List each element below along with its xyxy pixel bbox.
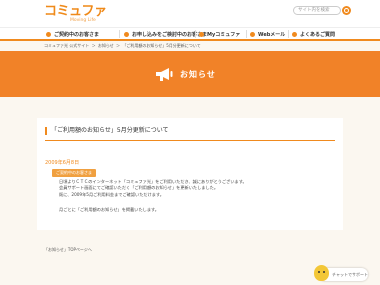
- breadcrumb-news[interactable]: お知らせ: [98, 43, 114, 48]
- nav-item-label: よくあるご質問: [300, 31, 336, 38]
- chat-support-label: チャットでサポート: [332, 272, 368, 277]
- article-title-rule: [45, 140, 335, 141]
- nav-item-label: Webメール: [258, 31, 286, 38]
- person-icon: [199, 31, 204, 37]
- breadcrumb-current: 「ご利用額のお知らせ」5月分更新について: [122, 43, 201, 48]
- global-nav: ご契約中のお客さま お申し込みをご検討中のお客さま Myコミュファ Webメール…: [0, 27, 380, 39]
- chevron-right-icon: [124, 31, 129, 37]
- nav-accent-rule: [0, 39, 380, 41]
- nav-item-label: ご契約中のお客さま: [54, 31, 100, 38]
- nav-divider: [246, 30, 247, 38]
- nav-item-label: Myコミュファ: [207, 31, 241, 38]
- mascot-icon: [314, 265, 329, 281]
- hero-heading: お知らせ: [154, 66, 216, 82]
- article-date: 2009年6月8日: [45, 160, 80, 166]
- breadcrumb: コミュファ光 公式サイト ＞ お知らせ ＞ 「ご利用額のお知らせ」5月分更新につ…: [44, 43, 202, 49]
- search-icon[interactable]: [342, 6, 351, 15]
- site-logo[interactable]: コミュファ Moving Life: [44, 5, 114, 25]
- chat-support-button[interactable]: チャットでサポート: [314, 265, 368, 281]
- nav-divider: [195, 30, 196, 38]
- news-top-link[interactable]: 「お知らせ」TOPページへ: [44, 247, 92, 253]
- mail-icon: [250, 31, 255, 37]
- article-note: 月ごとに「ご利用額のお知らせ」を掲載いたします。: [59, 207, 159, 212]
- question-icon: [292, 31, 297, 37]
- nav-divider: [288, 30, 289, 38]
- article-title: 「ご利用額のお知らせ」5月分更新について: [45, 127, 169, 135]
- audience-badge: ご契約中のお客さま: [52, 169, 96, 177]
- breadcrumb-home[interactable]: コミュファ光 公式サイト: [44, 43, 89, 48]
- breadcrumb-separator: ＞: [91, 43, 96, 48]
- breadcrumb-separator: ＞: [116, 43, 121, 48]
- page-hero: お知らせ: [0, 51, 380, 97]
- page-title: お知らせ: [180, 69, 216, 79]
- logo-text: コミュファ: [44, 4, 107, 19]
- chevron-right-icon: [46, 31, 51, 37]
- nav-divider: [119, 30, 120, 38]
- article-body: 日頃よりＣＴＣのインターネット「コミュファ光」をご利用いただき、誠にありがとうご…: [59, 179, 247, 198]
- header: コミュファ Moving Life サイト内を検索: [0, 0, 380, 27]
- logo-tagline: Moving Life: [70, 18, 96, 23]
- article-panel: 「ご利用額のお知らせ」5月分更新について 2009年6月8日 ご契約中のお客さま…: [37, 118, 343, 230]
- article-body-line: 既に、2009年5月ご利用料金までご確認いただけます。: [59, 191, 164, 197]
- megaphone-icon: [156, 68, 173, 81]
- search-input[interactable]: サイト内を検索: [293, 6, 341, 15]
